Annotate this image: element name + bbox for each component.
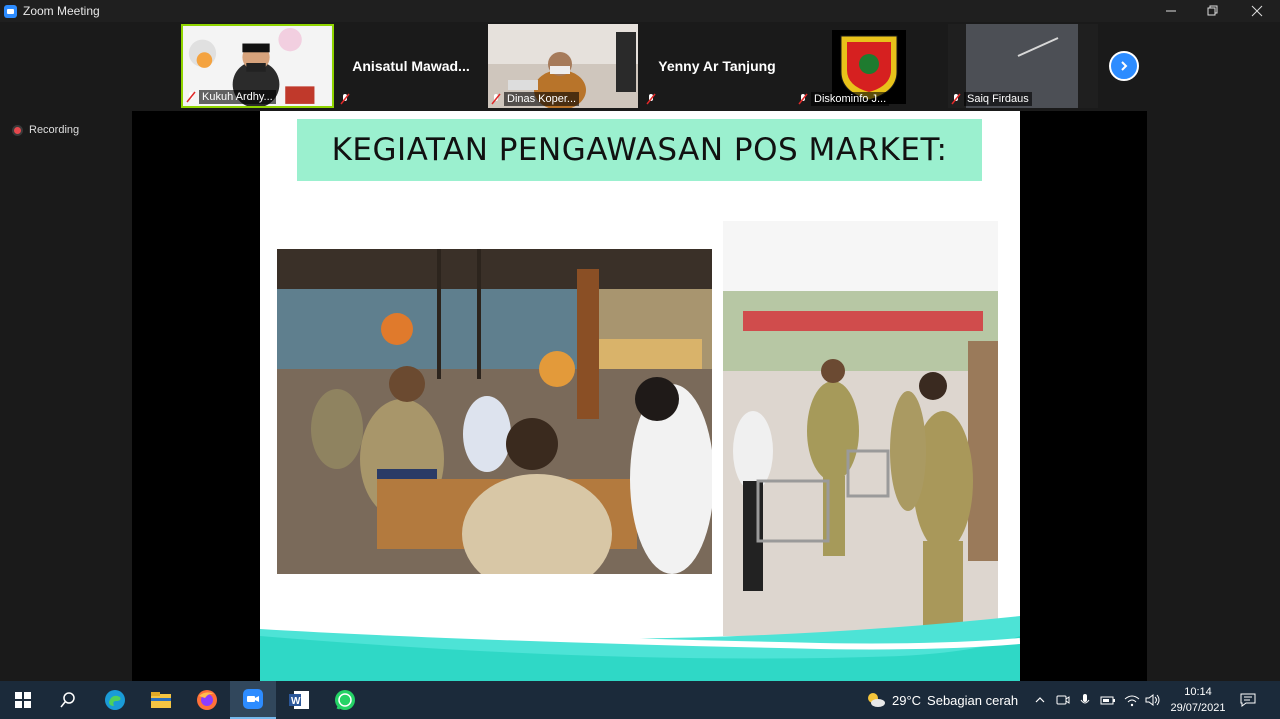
meet-now-button[interactable] — [1056, 681, 1070, 719]
participant-tile[interactable]: Diskominfo J... — [795, 24, 945, 108]
mic-muted-icon — [951, 93, 961, 105]
participant-tile[interactable]: Dinas Koper... — [488, 24, 638, 108]
volume-tray[interactable] — [1145, 681, 1161, 719]
record-icon — [12, 124, 23, 136]
notification-icon — [1240, 693, 1256, 707]
participant-name: Kukuh Ardhy... — [199, 90, 276, 104]
next-page-button[interactable] — [1109, 51, 1139, 81]
edge-icon — [105, 690, 125, 710]
show-hidden-icons-button[interactable] — [1034, 681, 1046, 719]
participant-tile[interactable]: Saiq Firdaus — [948, 24, 1098, 108]
participant-name: Saiq Firdaus — [964, 92, 1032, 106]
chevron-right-icon — [1121, 61, 1128, 71]
close-button[interactable] — [1236, 0, 1278, 22]
taskbar-whatsapp[interactable] — [322, 681, 368, 719]
taskbar-word[interactable]: W — [276, 681, 322, 719]
firefox-icon — [197, 690, 217, 710]
recording-indicator[interactable]: Recording — [12, 124, 79, 136]
microphone-tray[interactable] — [1079, 681, 1091, 719]
clock-date: 29/07/2021 — [1170, 702, 1226, 714]
participant-name: Anisatul Mawad... — [352, 58, 470, 74]
participant-name: Yenny Ar Tanjung — [658, 58, 776, 74]
recording-label: Recording — [29, 124, 80, 136]
partly-cloudy-icon — [868, 693, 885, 707]
start-button[interactable] — [0, 681, 46, 719]
windows-taskbar: W 29°C Sebagian cerah 10:14 29/07/2021 — [0, 681, 1280, 719]
photo-inspection-store — [723, 221, 998, 636]
wifi-tray[interactable] — [1124, 681, 1140, 719]
restore-button[interactable] — [1192, 0, 1234, 22]
photo-inspection-cafe — [277, 249, 712, 574]
taskbar-file-explorer[interactable] — [138, 681, 184, 719]
zoom-app-icon — [243, 689, 263, 709]
whatsapp-icon — [335, 690, 355, 710]
weather-description: Sebagian cerah — [927, 692, 1019, 708]
search-icon — [60, 692, 75, 708]
clock-time: 10:14 — [1184, 686, 1212, 698]
participant-tile[interactable]: Kukuh Ardhy... — [181, 24, 334, 108]
wifi-icon — [1124, 695, 1140, 707]
window-titlebar: Zoom Meeting — [0, 0, 1280, 22]
participant-name: Dinas Koper... — [504, 92, 580, 106]
word-icon: W — [289, 691, 309, 709]
mic-muted-icon — [340, 93, 350, 105]
minimize-button[interactable] — [1150, 0, 1192, 22]
notifications-button[interactable] — [1240, 681, 1256, 719]
windows-icon — [15, 692, 31, 708]
svg-text:W: W — [291, 696, 301, 707]
window-title: Zoom Meeting — [23, 4, 100, 18]
speaker-icon — [1145, 694, 1160, 706]
chevron-up-icon — [1035, 697, 1045, 703]
system-clock[interactable]: 10:14 29/07/2021 — [1165, 684, 1231, 716]
mic-muted-icon — [798, 93, 808, 105]
weather-temperature: 29°C — [892, 692, 922, 708]
microphone-icon — [1080, 694, 1090, 704]
presentation-slide: KEGIATAN PENGAWASAN POS MARKET: — [260, 111, 1020, 681]
participant-tile[interactable]: Yenny Ar Tanjung — [641, 24, 793, 108]
participant-name: Diskominfo J... — [811, 92, 890, 106]
participant-tile[interactable]: Anisatul Mawad... — [335, 24, 487, 108]
taskbar-edge[interactable] — [92, 681, 138, 719]
zoom-icon — [4, 4, 17, 18]
taskbar-firefox[interactable] — [184, 681, 230, 719]
battery-icon — [1100, 696, 1115, 705]
folder-icon — [151, 692, 171, 708]
mic-muted-icon — [491, 93, 501, 105]
participant-strip: Kukuh Ardhy... Anisatul Mawad... Dinas K… — [0, 22, 1280, 110]
mic-muted-icon — [646, 93, 656, 105]
meet-now-icon — [1056, 695, 1070, 705]
weather-widget[interactable]: 29°C Sebagian cerah — [866, 681, 1018, 719]
taskbar-zoom[interactable] — [230, 681, 276, 719]
slide-title: KEGIATAN PENGAWASAN POS MARKET: — [297, 119, 982, 181]
battery-tray[interactable] — [1100, 681, 1116, 719]
search-button[interactable] — [45, 681, 91, 719]
slide-wave-decoration — [260, 616, 1020, 681]
mic-muted-icon — [186, 91, 196, 103]
